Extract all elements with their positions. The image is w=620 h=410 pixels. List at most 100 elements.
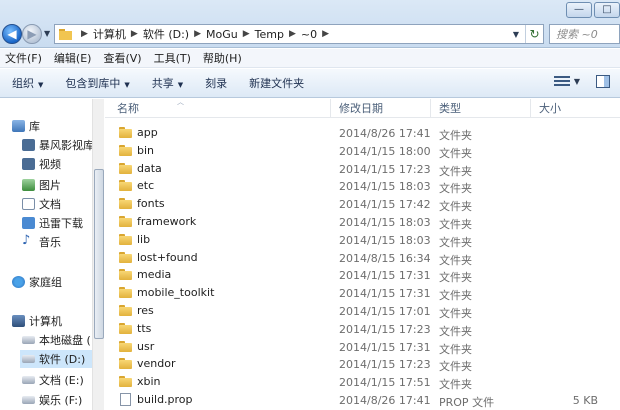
download-icon (22, 217, 35, 229)
minimize-button[interactable]: — (566, 2, 592, 18)
column-header-type[interactable]: 类型 (431, 99, 531, 118)
file-date: 2014/1/15 18:00 (339, 144, 431, 158)
preview-pane-icon[interactable] (596, 74, 610, 88)
nav-item-music[interactable]: 音乐 (22, 233, 61, 251)
file-row[interactable]: bin 2014/1/15 18:00 文件夹 (105, 142, 620, 160)
file-row[interactable]: app 2014/8/26 17:41 文件夹 (105, 124, 620, 142)
file-type: 文件夹 (439, 129, 472, 142)
file-row[interactable]: lib 2014/1/15 18:03 文件夹 (105, 231, 620, 249)
new-folder-button[interactable]: 新建文件夹 (237, 75, 314, 91)
nav-libraries[interactable]: 库 (12, 117, 40, 135)
address-bar-row: — □ ◀ ▶ ▼ ▶ 计算机 ▶ 软件 (D:) ▶ MoGu ▶ Temp … (0, 0, 620, 48)
file-type: 文件夹 (439, 271, 472, 285)
file-name-cell: xbin (119, 375, 161, 388)
refresh-icon[interactable]: ↻ (525, 25, 543, 43)
breadcrumb-mogu[interactable]: MoGu (206, 28, 238, 41)
file-date: 2014/1/15 18:03 (339, 180, 431, 194)
back-button[interactable]: ◀ (2, 24, 22, 44)
nav-item-thunder-downloads[interactable]: 迅雷下载 (22, 214, 83, 232)
file-name-cell: lost+found (119, 251, 198, 264)
file-row[interactable]: data 2014/1/15 17:23 文件夹 (105, 160, 620, 178)
nav-drive-d[interactable]: 软件 (D:) (20, 350, 92, 368)
scrollbar-thumb[interactable] (94, 169, 104, 339)
address-history-dropdown[interactable]: ▼ (513, 30, 519, 39)
video-library-icon (22, 139, 35, 151)
file-date: 2014/1/15 17:31 (339, 287, 431, 301)
breadcrumb-temp[interactable]: Temp (255, 28, 284, 41)
share-button[interactable]: 共享 ▼ (140, 75, 193, 91)
breadcrumb-arrow-icon[interactable]: ▶ (81, 29, 88, 39)
drive-icon (22, 336, 35, 344)
menu-tools[interactable]: 工具(T) (149, 50, 198, 66)
nav-item-storm-video[interactable]: 暴风影视库 (22, 136, 92, 154)
file-row[interactable]: media 2014/1/15 17:31 文件夹 (105, 266, 620, 284)
breadcrumb-arrow-icon[interactable]: ▶ (289, 29, 296, 39)
file-row[interactable]: mobile_toolkit 2014/1/15 17:31 文件夹 (105, 284, 620, 302)
file-name: framework (137, 215, 197, 228)
nav-drive-f[interactable]: 娱乐 (F:) (22, 391, 82, 409)
file-type: PROP 文件 (439, 396, 495, 409)
address-actions: ▼ ↻ (513, 25, 543, 43)
file-name-cell: bin (119, 144, 154, 157)
arrow-right-icon: ▶ (27, 27, 37, 41)
menu-help[interactable]: 帮助(H) (198, 50, 249, 66)
breadcrumb-current[interactable]: ~0 (301, 28, 317, 41)
recent-pages-dropdown[interactable]: ▼ (44, 29, 50, 38)
file-name: lost+found (137, 250, 198, 264)
maximize-button[interactable]: □ (594, 2, 620, 18)
nav-item-label: 文档 (39, 198, 61, 211)
navigation-scrollbar[interactable] (92, 99, 104, 410)
breadcrumb-arrow-icon[interactable]: ▶ (243, 29, 250, 39)
view-mode-icon[interactable] (553, 74, 570, 88)
file-name: etc (137, 179, 155, 193)
folder-icon (119, 269, 132, 281)
file-date: 2014/1/15 17:31 (339, 340, 431, 354)
column-header-name[interactable]: 名称 (109, 99, 331, 118)
nav-computer[interactable]: 计算机 (12, 312, 62, 330)
nav-item-pictures[interactable]: 图片 (22, 176, 61, 194)
folder-icon (59, 28, 72, 40)
column-header-size[interactable]: 大小 (531, 99, 620, 118)
breadcrumb-arrow-icon[interactable]: ▶ (322, 29, 329, 39)
breadcrumb-arrow-icon[interactable]: ▶ (131, 29, 138, 39)
nav-homegroup[interactable]: 家庭组 (12, 273, 62, 291)
file-row[interactable]: framework 2014/1/15 18:03 文件夹 (105, 213, 620, 231)
view-mode-dropdown[interactable]: ▼ (574, 77, 580, 86)
file-row[interactable]: fonts 2014/1/15 17:42 文件夹 (105, 195, 620, 213)
breadcrumb-drive-d[interactable]: 软件 (D:) (143, 26, 189, 42)
folder-icon (119, 233, 132, 245)
file-row[interactable]: xbin 2014/1/15 17:51 文件夹 (105, 373, 620, 391)
file-date: 2014/1/15 17:42 (339, 198, 431, 212)
file-row[interactable]: tts 2014/1/15 17:23 文件夹 (105, 320, 620, 338)
column-header-date[interactable]: 修改日期 (331, 99, 431, 118)
file-type: 文件夹 (439, 378, 472, 392)
breadcrumb-computer[interactable]: 计算机 (93, 26, 126, 42)
file-row[interactable]: res 2014/1/15 17:01 文件夹 (105, 302, 620, 320)
address-input[interactable]: ▶ 计算机 ▶ 软件 (D:) ▶ MoGu ▶ Temp ▶ ~0 ▶ ▼ ↻ (54, 24, 544, 44)
include-library-label: 包含到库中 (65, 77, 121, 90)
breadcrumb-arrow-icon[interactable]: ▶ (194, 29, 201, 39)
include-in-library-button[interactable]: 包含到库中 ▼ (53, 75, 139, 91)
file-row[interactable]: vendor 2014/1/15 17:23 文件夹 (105, 355, 620, 373)
menu-file[interactable]: 文件(F) (0, 50, 49, 66)
drive-icon (22, 355, 35, 363)
file-row[interactable]: etc 2014/1/15 18:03 文件夹 (105, 177, 620, 195)
file-row[interactable]: usr 2014/1/15 17:31 文件夹 (105, 338, 620, 356)
file-name: data (137, 161, 162, 175)
menu-edit[interactable]: 编辑(E) (49, 50, 99, 66)
organize-button[interactable]: 组织 ▼ (0, 75, 53, 91)
file-name-cell: usr (119, 340, 154, 353)
nav-drive-c[interactable]: 本地磁盘 ( (22, 331, 91, 349)
nav-item-documents[interactable]: 文档 (22, 195, 61, 213)
search-input[interactable]: 搜索 ~0 (549, 24, 620, 44)
file-row[interactable]: build.prop 2014/8/26 17:41 PROP 文件 5 KB (105, 391, 620, 409)
file-type: 文件夹 (439, 182, 472, 196)
forward-button[interactable]: ▶ (22, 24, 42, 44)
file-row[interactable]: lost+found 2014/8/15 16:34 文件夹 (105, 249, 620, 267)
folder-icon (119, 162, 132, 174)
menu-view[interactable]: 查看(V) (98, 50, 148, 66)
burn-button[interactable]: 刻录 (193, 75, 237, 91)
minimize-icon: — (574, 4, 584, 15)
nav-drive-e[interactable]: 文档 (E:) (22, 371, 84, 389)
nav-item-videos[interactable]: 视频 (22, 155, 61, 173)
